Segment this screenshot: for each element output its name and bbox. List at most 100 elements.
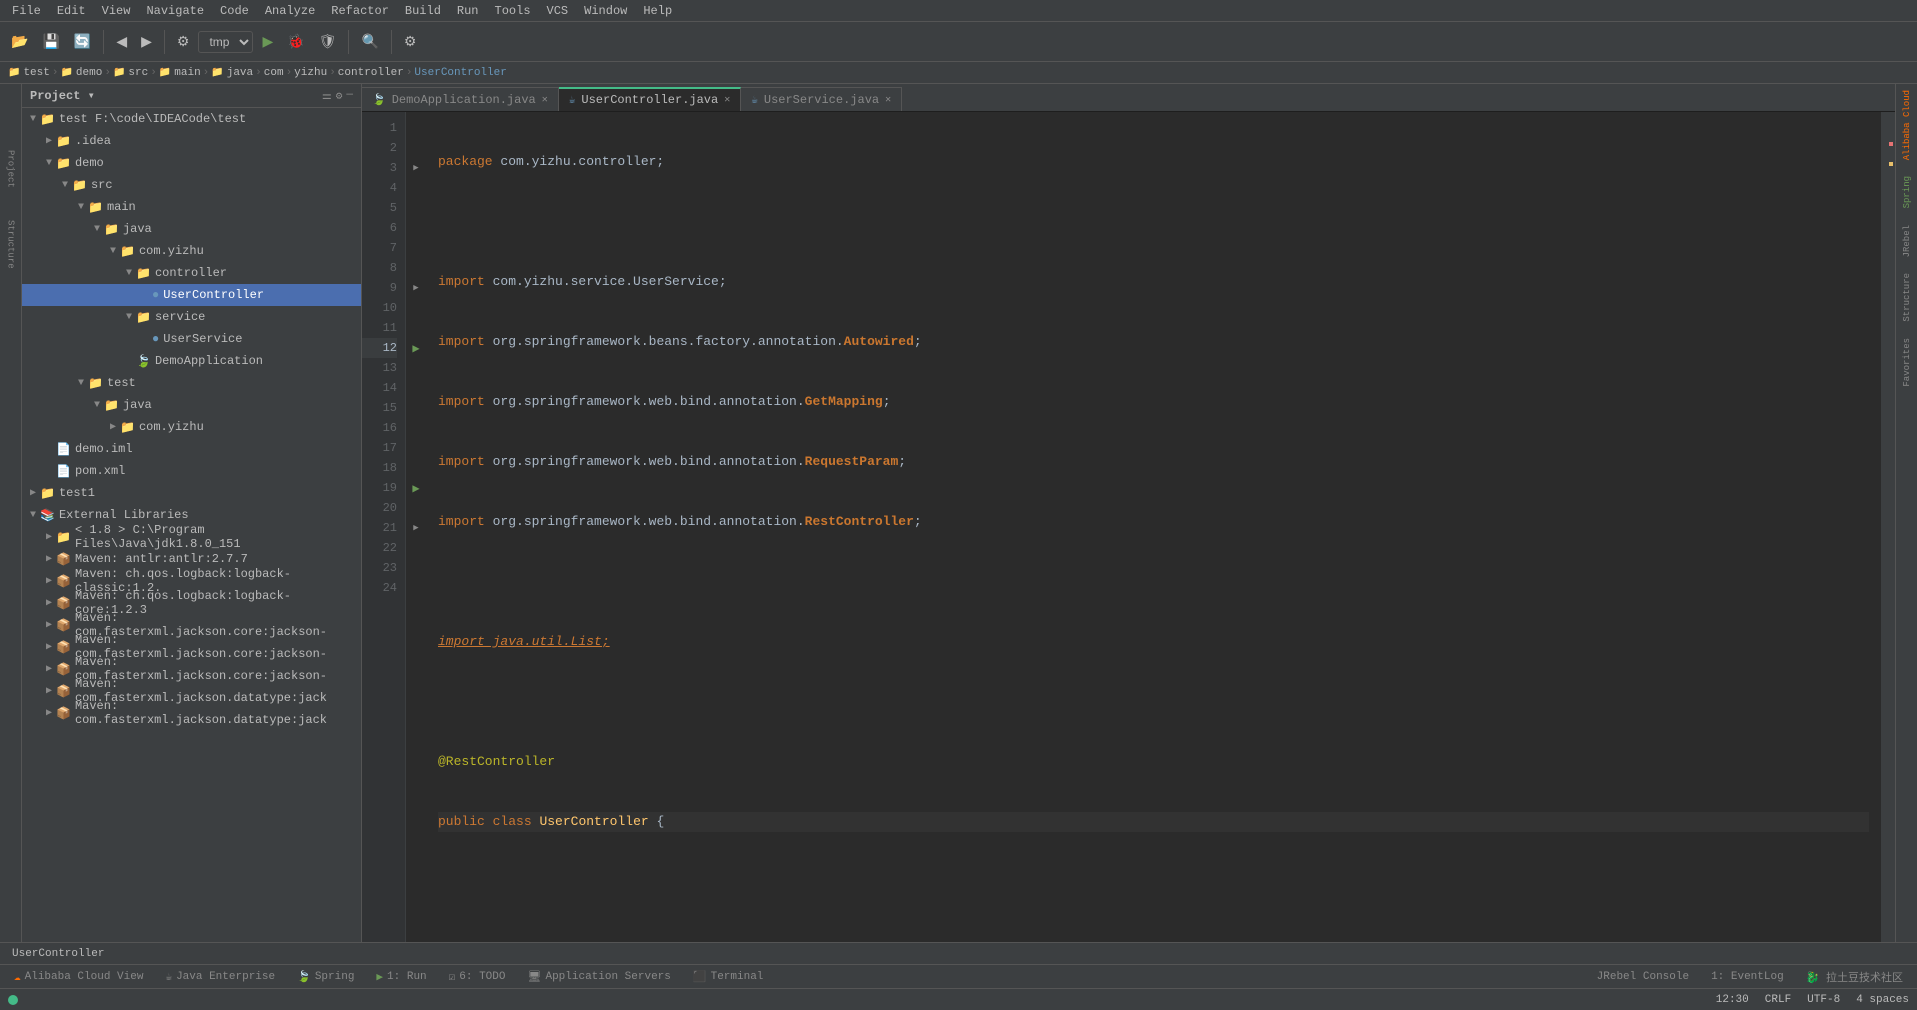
toolbar-sync-btn[interactable]: 🔄 [69,30,96,53]
icon-service: 📁 [136,310,151,325]
bc-src[interactable]: 📁 src [113,67,148,79]
tree-item-demoapplication[interactable]: 🍃 DemoApplication [22,350,361,372]
tab-usercontroller[interactable]: ☕ UserController.java ✕ [559,87,741,111]
toolbar-debug-btn[interactable]: 🐞 [282,30,309,53]
tree-item-demo-iml[interactable]: 📄 demo.iml [22,438,361,460]
menu-edit[interactable]: Edit [49,2,94,20]
toolbar-settings-btn[interactable]: ⚙ [399,30,422,53]
bottom-tab-java-enterprise[interactable]: ☕ Java Enterprise [155,968,285,986]
left-icon-project[interactable]: Project [4,148,18,190]
menu-view[interactable]: View [94,2,139,20]
menu-vcs[interactable]: VCS [539,2,577,20]
right-icon-favorites[interactable]: Favorites [1900,336,1914,389]
left-panel: Project Structure [0,84,22,942]
tree-item-jdk[interactable]: ▶ 📁 < 1.8 > C:\Program Files\Java\jdk1.8… [22,526,361,548]
toolbar-run-btn[interactable]: ▶ [257,30,278,53]
bottom-tab-spring[interactable]: 🍃 Spring [287,968,364,986]
editor-content[interactable]: 1 2 3 4 5 6 7 8 9 10 11 12 13 14 15 16 1 [362,112,1895,942]
toolbar-run-config[interactable]: ⚙ [172,30,195,53]
sidebar-icon-equalize[interactable]: ⚌ [322,89,332,103]
bottom-tab-todo[interactable]: ☑ 6: TODO [439,968,516,986]
tree-item-test1[interactable]: ▶ 📁 test1 [22,482,361,504]
tree-item-com-yizhu2[interactable]: ▶ 📁 com.yizhu [22,416,361,438]
toolbar-open-btn[interactable]: 📂 [6,30,33,53]
tree-item-test-sub[interactable]: ▼ 📁 test [22,372,361,394]
status-position[interactable]: 12:30 [1716,994,1749,1006]
toolbar-config-dropdown[interactable]: tmp [198,31,253,53]
right-icon-jrebel[interactable]: JRebel [1900,223,1914,259]
bc-java[interactable]: 📁 java [211,67,253,79]
toolbar-save-btn[interactable]: 💾 [37,30,64,53]
menu-window[interactable]: Window [576,2,635,20]
tree-item-idea[interactable]: ▶ 📁 .idea [22,130,361,152]
menu-tools[interactable]: Tools [487,2,539,20]
toolbar-forward-btn[interactable]: ▶ [136,30,157,53]
sidebar-icon-minimize[interactable]: — [346,89,353,103]
tree-item-pom-xml[interactable]: 📄 pom.xml [22,460,361,482]
left-icon-structure[interactable]: Structure [4,218,18,271]
tab-close-userservice[interactable]: ✕ [885,94,891,106]
toolbar-back-btn[interactable]: ◀ [111,30,132,53]
bottom-tab-event-log[interactable]: 1: EventLog [1701,969,1794,985]
tab-demoapplication[interactable]: 🍃 DemoApplication.java ✕ [362,87,559,111]
status-charset[interactable]: UTF-8 [1807,994,1840,1006]
code-editor[interactable]: package com.yizhu.controller; import com… [426,112,1881,942]
menu-analyze[interactable]: Analyze [257,2,323,20]
label-idea: .idea [75,134,111,148]
tree-item-test[interactable]: ▼ 📁 test F:\code\IDEACode\test [22,108,361,130]
tree-item-main[interactable]: ▼ 📁 main [22,196,361,218]
bc-demo[interactable]: 📁 demo [60,67,102,79]
tree-item-controller[interactable]: ▼ 📁 controller [22,262,361,284]
bc-usercontroller[interactable]: UserController [414,67,506,79]
menu-run[interactable]: Run [449,2,487,20]
bc-main[interactable]: 📁 main [159,67,201,79]
tree-item-demo[interactable]: ▼ 📁 demo [22,152,361,174]
menu-build[interactable]: Build [397,2,449,20]
arrow-jdk: ▶ [42,531,56,543]
bottom-tab-terminal[interactable]: ⬛ Terminal [683,968,774,986]
bc-controller[interactable]: controller [338,67,404,79]
label-test-sub: test [107,376,136,390]
menu-help[interactable]: Help [635,2,680,20]
right-icon-alibaba[interactable]: Alibaba Cloud [1900,88,1914,162]
toolbar-coverage-btn[interactable]: 🛡 [314,30,342,53]
label-test1: test1 [59,486,95,500]
bottom-tab-jrebel-console[interactable]: JRebel Console [1587,969,1699,985]
label-controller: controller [155,266,227,280]
bottom-tab-run[interactable]: ▶ 1: Run [366,968,436,986]
tree-item-java2[interactable]: ▼ 📁 java [22,394,361,416]
tab-userservice[interactable]: ☕ UserService.java ✕ [741,87,902,111]
statusbar-left [8,995,18,1005]
tree-item-userservice[interactable]: ● UserService [22,328,361,350]
tab-close-usercontroller[interactable]: ✕ [724,94,730,106]
status-indent[interactable]: 4 spaces [1856,994,1909,1006]
tree-item-usercontroller[interactable]: ● UserController [22,284,361,306]
menu-file[interactable]: File [4,2,49,20]
bottom-tab-china-community[interactable]: 🐉 拉土豆技术社区 [1796,967,1913,987]
status-indicator [8,995,18,1005]
toolbar-search-btn[interactable]: 🔍 [356,30,383,53]
tree-item-service[interactable]: ▼ 📁 service [22,306,361,328]
sidebar-icon-settings[interactable]: ⚙ [336,89,343,103]
tree-item-maven-jackson5[interactable]: ▶ 📦 Maven: com.fasterxml.jackson.datatyp… [22,702,361,724]
sidebar-title: Project ▾ [30,88,95,103]
bottom-tab-app-servers[interactable]: 🖥 Application Servers [518,968,681,986]
tree-item-com-yizhu[interactable]: ▼ 📁 com.yizhu [22,240,361,262]
tree-item-java[interactable]: ▼ 📁 java [22,218,361,240]
arrow-maven-jackson4: ▶ [42,685,56,697]
toolbar-sep1 [103,30,104,54]
bc-yizhu[interactable]: yizhu [294,67,327,79]
menu-refactor[interactable]: Refactor [323,2,397,20]
right-icon-structure[interactable]: Structure [1900,271,1914,324]
label-pom-xml: pom.xml [75,464,125,478]
bc-test[interactable]: 📁 test [8,67,50,79]
bottom-tab-alibaba[interactable]: ☁ Alibaba Cloud View [4,968,153,986]
right-icon-spring[interactable]: Spring [1900,174,1914,210]
tab-close-demoapplication[interactable]: ✕ [542,94,548,106]
bc-com[interactable]: com [264,67,284,79]
menu-navigate[interactable]: Navigate [138,2,212,20]
status-crlf[interactable]: CRLF [1765,994,1791,1006]
menu-code[interactable]: Code [212,2,257,20]
tree-item-src[interactable]: ▼ 📁 src [22,174,361,196]
icon-src: 📁 [72,178,87,193]
